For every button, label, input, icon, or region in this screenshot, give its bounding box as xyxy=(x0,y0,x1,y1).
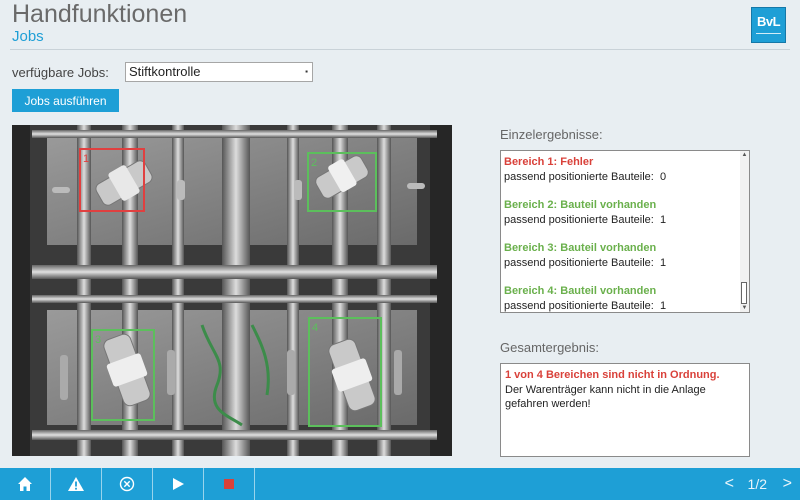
jobs-select-value: Stiftkontrolle xyxy=(129,64,201,79)
result-item-2: Bereich 2: Bauteil vorhanden passend pos… xyxy=(504,198,737,227)
dropdown-arrow-icon: ▪ xyxy=(305,67,308,76)
overall-text: Der Warenträger kann nicht in die Anlage… xyxy=(505,383,706,411)
play-icon xyxy=(173,478,184,490)
jobs-label: verfügbare Jobs: xyxy=(12,65,109,80)
region-label-1: 1 xyxy=(83,153,89,165)
logo-text: BvL xyxy=(756,14,781,29)
logo-underline xyxy=(756,33,781,34)
result-item-3: Bereich 3: Bauteil vorhanden passend pos… xyxy=(504,241,737,270)
camera-image: 1 2 3 4 xyxy=(12,125,452,456)
result-title: Bereich 1: Fehler xyxy=(504,156,594,168)
stop-icon xyxy=(224,479,234,489)
home-icon xyxy=(18,477,32,491)
results-scrollbar[interactable]: ▲ ▼ xyxy=(740,151,749,312)
run-jobs-button[interactable]: Jobs ausführen xyxy=(12,89,119,112)
warning-button[interactable] xyxy=(51,468,102,500)
overall-title: 1 von 4 Bereichen sind nicht in Ordnung. xyxy=(505,369,720,381)
result-detail: passend positionierte Bauteile: 1 xyxy=(504,213,737,228)
result-detail-label: passend positionierte Bauteile: xyxy=(504,256,654,269)
cancel-button[interactable] xyxy=(102,468,153,500)
overall-label: Gesamtergebnis: xyxy=(500,340,599,355)
result-title: Bereich 2: Bauteil vorhanden xyxy=(504,199,657,211)
result-detail-value: 0 xyxy=(659,170,667,183)
results-label: Einzelergebnisse: xyxy=(500,127,603,142)
result-item-4: Bereich 4: Bauteil vorhanden passend pos… xyxy=(504,284,737,313)
result-title: Bereich 3: Bauteil vorhanden xyxy=(504,242,657,254)
region-label-2: 2 xyxy=(311,157,317,169)
result-detail-label: passend positionierte Bauteile: xyxy=(504,299,654,312)
page-title: Handfunktionen xyxy=(12,0,188,28)
result-detail-label: passend positionierte Bauteile: xyxy=(504,213,654,226)
jobs-select[interactable]: Stiftkontrolle ▪ xyxy=(125,62,313,82)
camera-image-drawing: 1 2 3 4 xyxy=(12,125,452,456)
cancel-icon xyxy=(119,476,135,492)
overall-result-box: 1 von 4 Bereichen sind nicht in Ordnung.… xyxy=(500,363,750,457)
stop-button[interactable] xyxy=(204,468,255,500)
result-detail-value: 1 xyxy=(659,256,667,269)
next-page-button[interactable]: > xyxy=(783,468,792,500)
region-label-4: 4 xyxy=(312,322,318,334)
result-detail-value: 1 xyxy=(659,213,667,226)
scroll-up-arrow-icon[interactable]: ▲ xyxy=(740,151,749,159)
result-title: Bereich 4: Bauteil vorhanden xyxy=(504,285,657,297)
result-item-1: Bereich 1: Fehler passend positionierte … xyxy=(504,155,737,184)
results-list: Bereich 1: Fehler passend positionierte … xyxy=(504,155,737,313)
result-detail: passend positionierte Bauteile: 0 xyxy=(504,170,737,185)
header-divider xyxy=(10,49,790,50)
warning-icon xyxy=(68,477,84,491)
home-button[interactable] xyxy=(0,468,51,500)
result-detail-value: 1 xyxy=(659,299,667,312)
result-detail: passend positionierte Bauteile: 1 xyxy=(504,256,737,271)
scroll-down-arrow-icon[interactable]: ▼ xyxy=(740,304,749,312)
footer-toolbar: < 1/2 > xyxy=(0,468,800,500)
results-list-box[interactable]: Bereich 1: Fehler passend positionierte … xyxy=(500,150,750,313)
page-subtitle: Jobs xyxy=(12,28,44,45)
scroll-thumb[interactable] xyxy=(741,282,747,304)
result-detail-label: passend positionierte Bauteile: xyxy=(504,170,654,183)
result-detail: passend positionierte Bauteile: 1 xyxy=(504,299,737,313)
region-label-3: 3 xyxy=(95,334,101,346)
prev-page-button[interactable]: < xyxy=(725,468,734,500)
page-indicator: 1/2 xyxy=(747,476,767,492)
play-button[interactable] xyxy=(153,468,204,500)
bvl-logo: BvL xyxy=(751,7,786,43)
